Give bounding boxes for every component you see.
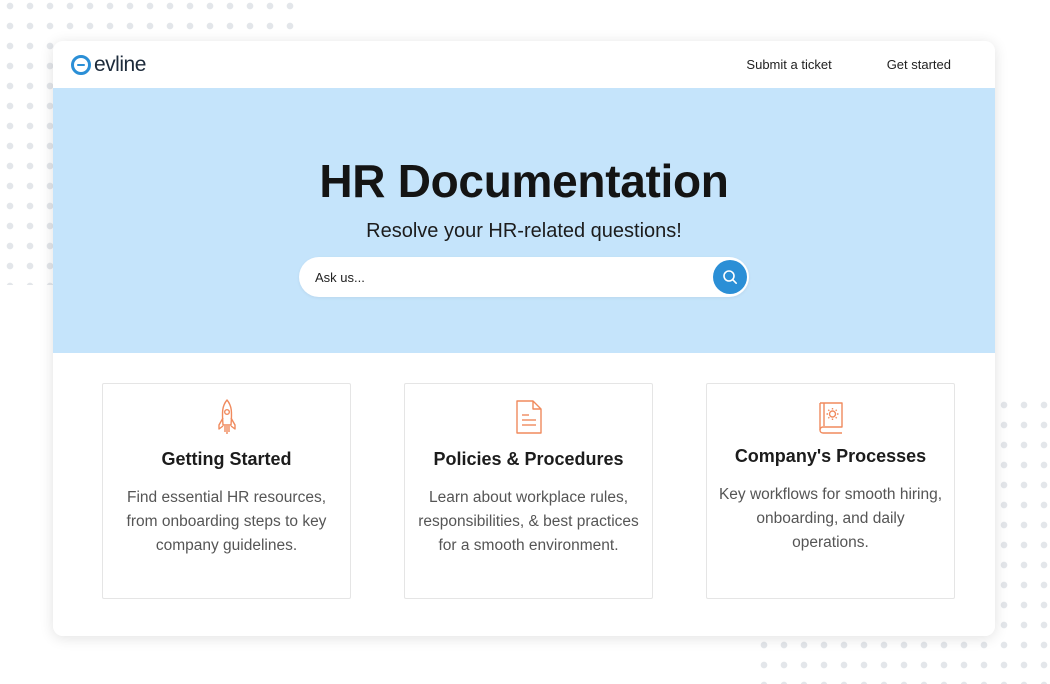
card-title: Company's Processes (734, 446, 927, 466)
search-button[interactable] (713, 260, 747, 294)
card-company-processes[interactable]: Company's Processes Key workflows for sm… (706, 383, 955, 599)
card-title: Getting Started (161, 449, 292, 469)
card-description: Key workflows for smooth hiring, onboard… (718, 486, 943, 551)
nav-links: Submit a ticket Get started (746, 57, 951, 72)
brand-logo[interactable]: evline (71, 53, 146, 77)
get-started-link[interactable]: Get started (887, 57, 951, 72)
gear-book-icon (817, 398, 845, 436)
category-cards: Getting Started Find essential HR resour… (53, 353, 995, 636)
hero-section: HR Documentation Resolve your HR-related… (53, 88, 995, 353)
card-policies-procedures[interactable]: Policies & Procedures Learn about workpl… (404, 383, 653, 599)
card-description: Find essential HR resources, from onboar… (126, 489, 327, 554)
rocket-icon (216, 398, 238, 436)
search-icon (723, 270, 737, 284)
top-navbar: evline Submit a ticket Get started (53, 41, 995, 88)
card-title: Policies & Procedures (433, 449, 624, 469)
brand-name: evline (94, 52, 146, 76)
document-icon (514, 398, 544, 436)
evline-logo-icon (71, 54, 91, 75)
search-input[interactable] (315, 269, 713, 285)
card-getting-started[interactable]: Getting Started Find essential HR resour… (102, 383, 351, 599)
search-bar (299, 257, 749, 297)
page-title: HR Documentation (319, 155, 729, 207)
submit-ticket-link[interactable]: Submit a ticket (746, 57, 831, 72)
page-subtitle: Resolve your HR-related questions! (366, 220, 682, 242)
card-description: Learn about workplace rules, responsibil… (418, 489, 639, 554)
page-window: evline Submit a ticket Get started HR Do… (53, 41, 995, 636)
